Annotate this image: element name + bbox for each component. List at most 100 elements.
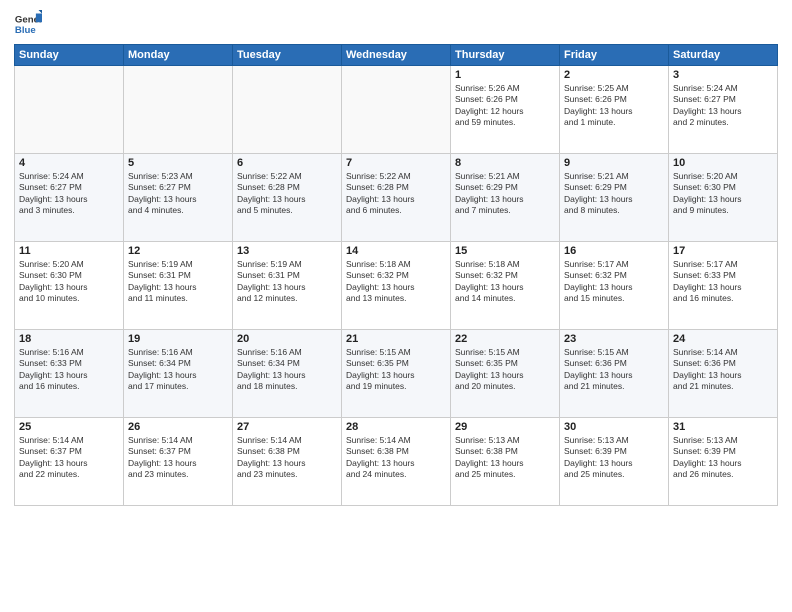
day-number: 29 xyxy=(455,421,555,433)
page-header: General Blue xyxy=(14,10,778,38)
calendar-cell: 18Sunrise: 5:16 AM Sunset: 6:33 PM Dayli… xyxy=(15,330,124,418)
day-info: Sunrise: 5:14 AM Sunset: 6:36 PM Dayligh… xyxy=(673,347,773,393)
day-info: Sunrise: 5:16 AM Sunset: 6:34 PM Dayligh… xyxy=(237,347,337,393)
weekday-header-tuesday: Tuesday xyxy=(233,45,342,66)
weekday-header-saturday: Saturday xyxy=(669,45,778,66)
day-number: 16 xyxy=(564,245,664,257)
calendar-table: SundayMondayTuesdayWednesdayThursdayFrid… xyxy=(14,44,778,506)
calendar-cell: 3Sunrise: 5:24 AM Sunset: 6:27 PM Daylig… xyxy=(669,66,778,154)
day-info: Sunrise: 5:13 AM Sunset: 6:39 PM Dayligh… xyxy=(564,435,664,481)
day-info: Sunrise: 5:17 AM Sunset: 6:33 PM Dayligh… xyxy=(673,259,773,305)
calendar-week-3: 11 Sunrise: 5:20 AM Sunset: 6:30 PM Dayli… xyxy=(15,242,778,330)
calendar-week-2: 4Sunrise: 5:24 AM Sunset: 6:27 PM Daylig… xyxy=(15,154,778,242)
day-info: Sunrise: 5:18 AM Sunset: 6:32 PM Dayligh… xyxy=(346,259,446,305)
day-number: 15 xyxy=(455,245,555,257)
calendar-cell: 24 Sunrise: 5:14 AM Sunset: 6:36 PM Dayli… xyxy=(669,330,778,418)
calendar-cell: 7 Sunrise: 5:22 AM Sunset: 6:28 PM Daylig… xyxy=(342,154,451,242)
calendar-cell: 17 Sunrise: 5:17 AM Sunset: 6:33 PM Dayli… xyxy=(669,242,778,330)
weekday-row: SundayMondayTuesdayWednesdayThursdayFrid… xyxy=(15,45,778,66)
calendar-cell: 15 Sunrise: 5:18 AM Sunset: 6:32 PM Dayli… xyxy=(451,242,560,330)
calendar-week-5: 25 Sunrise: 5:14 AM Sunset: 6:37 PM Dayli… xyxy=(15,418,778,506)
calendar-cell: 12 Sunrise: 5:19 AM Sunset: 6:31 PM Dayli… xyxy=(124,242,233,330)
day-info: Sunrise: 5:18 AM Sunset: 6:32 PM Dayligh… xyxy=(455,259,555,305)
calendar-cell: 8 Sunrise: 5:21 AM Sunset: 6:29 PM Daylig… xyxy=(451,154,560,242)
day-number: 23 xyxy=(564,333,664,345)
calendar-cell: 26 Sunrise: 5:14 AM Sunset: 6:37 PM Dayli… xyxy=(124,418,233,506)
day-info: Sunrise: 5:19 AM Sunset: 6:31 PM Dayligh… xyxy=(128,259,228,305)
day-info: Sunrise: 5:13 AM Sunset: 6:38 PM Dayligh… xyxy=(455,435,555,481)
calendar-week-4: 18Sunrise: 5:16 AM Sunset: 6:33 PM Dayli… xyxy=(15,330,778,418)
calendar-cell: 19 Sunrise: 5:16 AM Sunset: 6:34 PM Dayli… xyxy=(124,330,233,418)
calendar-cell: 2 Sunrise: 5:25 AM Sunset: 6:26 PM Daylig… xyxy=(560,66,669,154)
day-number: 3 xyxy=(673,69,773,81)
day-info: Sunrise: 5:22 AM Sunset: 6:28 PM Dayligh… xyxy=(237,171,337,217)
day-info: Sunrise: 5:25 AM Sunset: 6:26 PM Dayligh… xyxy=(564,83,664,129)
day-info: Sunrise: 5:20 AM Sunset: 6:30 PM Dayligh… xyxy=(19,259,119,305)
day-number: 9 xyxy=(564,157,664,169)
day-number: 28 xyxy=(346,421,446,433)
day-number: 27 xyxy=(237,421,337,433)
day-info: Sunrise: 5:15 AM Sunset: 6:35 PM Dayligh… xyxy=(455,347,555,393)
day-number: 31 xyxy=(673,421,773,433)
calendar-cell: 22 Sunrise: 5:15 AM Sunset: 6:35 PM Dayli… xyxy=(451,330,560,418)
weekday-header-wednesday: Wednesday xyxy=(342,45,451,66)
svg-text:Blue: Blue xyxy=(15,25,36,36)
calendar-cell: 4Sunrise: 5:24 AM Sunset: 6:27 PM Daylig… xyxy=(15,154,124,242)
day-number: 17 xyxy=(673,245,773,257)
day-number: 30 xyxy=(564,421,664,433)
day-info: Sunrise: 5:23 AM Sunset: 6:27 PM Dayligh… xyxy=(128,171,228,217)
logo-icon: General Blue xyxy=(14,10,42,38)
day-info: Sunrise: 5:17 AM Sunset: 6:32 PM Dayligh… xyxy=(564,259,664,305)
day-number: 8 xyxy=(455,157,555,169)
day-number: 12 xyxy=(128,245,228,257)
day-info: Sunrise: 5:13 AM Sunset: 6:39 PM Dayligh… xyxy=(673,435,773,481)
day-number: 7 xyxy=(346,157,446,169)
day-number: 13 xyxy=(237,245,337,257)
day-number: 26 xyxy=(128,421,228,433)
calendar-header: SundayMondayTuesdayWednesdayThursdayFrid… xyxy=(15,45,778,66)
day-info: Sunrise: 5:20 AM Sunset: 6:30 PM Dayligh… xyxy=(673,171,773,217)
day-number: 4 xyxy=(19,157,119,169)
day-number: 25 xyxy=(19,421,119,433)
calendar-cell xyxy=(15,66,124,154)
day-info: Sunrise: 5:14 AM Sunset: 6:37 PM Dayligh… xyxy=(128,435,228,481)
calendar-cell: 11 Sunrise: 5:20 AM Sunset: 6:30 PM Dayli… xyxy=(15,242,124,330)
calendar-cell xyxy=(233,66,342,154)
day-info: Sunrise: 5:15 AM Sunset: 6:36 PM Dayligh… xyxy=(564,347,664,393)
day-number: 20 xyxy=(237,333,337,345)
calendar-cell: 28 Sunrise: 5:14 AM Sunset: 6:38 PM Dayli… xyxy=(342,418,451,506)
calendar-cell: 9 Sunrise: 5:21 AM Sunset: 6:29 PM Daylig… xyxy=(560,154,669,242)
day-number: 11 xyxy=(19,245,119,257)
calendar-cell: 25 Sunrise: 5:14 AM Sunset: 6:37 PM Dayli… xyxy=(15,418,124,506)
calendar-cell: 13 Sunrise: 5:19 AM Sunset: 6:31 PM Dayli… xyxy=(233,242,342,330)
day-info: Sunrise: 5:22 AM Sunset: 6:28 PM Dayligh… xyxy=(346,171,446,217)
calendar-week-1: 1Sunrise: 5:26 AM Sunset: 6:26 PM Daylig… xyxy=(15,66,778,154)
day-number: 24 xyxy=(673,333,773,345)
logo: General Blue xyxy=(14,10,42,38)
day-info: Sunrise: 5:14 AM Sunset: 6:37 PM Dayligh… xyxy=(19,435,119,481)
day-number: 22 xyxy=(455,333,555,345)
calendar-cell: 16 Sunrise: 5:17 AM Sunset: 6:32 PM Dayli… xyxy=(560,242,669,330)
calendar-cell: 6 Sunrise: 5:22 AM Sunset: 6:28 PM Daylig… xyxy=(233,154,342,242)
calendar-cell xyxy=(342,66,451,154)
day-info: Sunrise: 5:16 AM Sunset: 6:34 PM Dayligh… xyxy=(128,347,228,393)
calendar-cell: 10Sunrise: 5:20 AM Sunset: 6:30 PM Dayli… xyxy=(669,154,778,242)
weekday-header-sunday: Sunday xyxy=(15,45,124,66)
day-number: 14 xyxy=(346,245,446,257)
calendar-cell: 31 Sunrise: 5:13 AM Sunset: 6:39 PM Dayli… xyxy=(669,418,778,506)
day-number: 19 xyxy=(128,333,228,345)
day-info: Sunrise: 5:21 AM Sunset: 6:29 PM Dayligh… xyxy=(455,171,555,217)
day-info: Sunrise: 5:15 AM Sunset: 6:35 PM Dayligh… xyxy=(346,347,446,393)
day-info: Sunrise: 5:19 AM Sunset: 6:31 PM Dayligh… xyxy=(237,259,337,305)
calendar-cell: 23 Sunrise: 5:15 AM Sunset: 6:36 PM Dayli… xyxy=(560,330,669,418)
calendar-body: 1Sunrise: 5:26 AM Sunset: 6:26 PM Daylig… xyxy=(15,66,778,506)
day-info: Sunrise: 5:21 AM Sunset: 6:29 PM Dayligh… xyxy=(564,171,664,217)
day-info: Sunrise: 5:14 AM Sunset: 6:38 PM Dayligh… xyxy=(237,435,337,481)
calendar-cell: 14 Sunrise: 5:18 AM Sunset: 6:32 PM Dayli… xyxy=(342,242,451,330)
weekday-header-monday: Monday xyxy=(124,45,233,66)
day-number: 21 xyxy=(346,333,446,345)
calendar-cell: 30 Sunrise: 5:13 AM Sunset: 6:39 PM Dayli… xyxy=(560,418,669,506)
day-number: 2 xyxy=(564,69,664,81)
day-number: 6 xyxy=(237,157,337,169)
day-info: Sunrise: 5:14 AM Sunset: 6:38 PM Dayligh… xyxy=(346,435,446,481)
